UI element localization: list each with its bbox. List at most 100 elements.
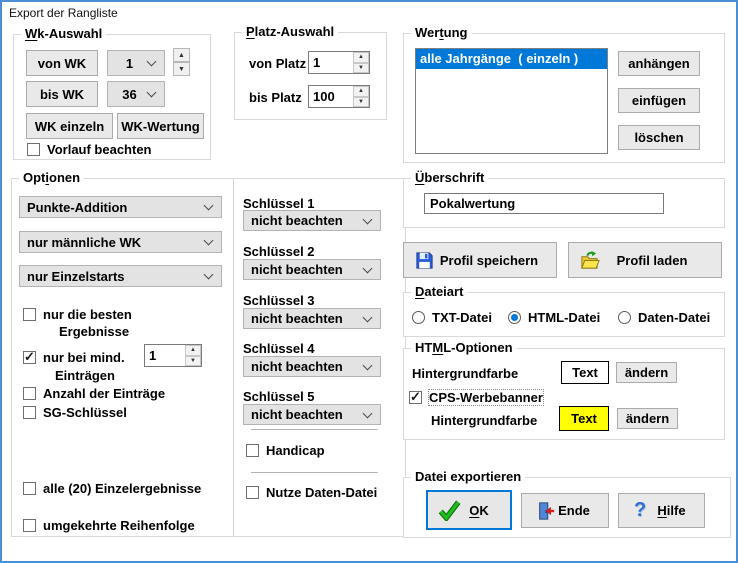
banner-hintergrundfarbe-preview-text: Text [571, 411, 597, 426]
handicap-checkbox[interactable] [246, 444, 259, 457]
schluessel-1-label: Schlüssel 1 [243, 196, 315, 211]
chevron-down-icon [363, 360, 373, 370]
profil-speichern-button[interactable]: Profil speichern [403, 242, 557, 278]
group-caption-datei-exportieren: Datei exportieren [411, 469, 525, 484]
von-platz-spinedit[interactable]: 1 ▲ ▼ [308, 51, 370, 74]
window-title: Export der Rangliste [9, 6, 118, 20]
chevron-down-icon [147, 88, 157, 98]
ok-button[interactable]: OK [426, 490, 512, 530]
von-platz-label: von Platz [249, 56, 306, 71]
chevron-down-icon [363, 408, 373, 418]
schluessel-1-combo[interactable]: nicht beachten [243, 210, 381, 231]
nur-die-besten-label: nur die besten [43, 307, 132, 322]
nutze-daten-datei-label: Nutze Daten-Datei [266, 485, 377, 500]
ueberschrift-input[interactable] [424, 193, 664, 214]
mind-eintraege-spinedit[interactable]: 1 ▲ ▼ [144, 344, 202, 367]
cps-werbebanner-label: CPS-Werbebanner [429, 390, 543, 405]
ende-button[interactable]: Ende [521, 493, 609, 528]
wk-wertung-button[interactable]: WK-Wertung [117, 113, 204, 139]
schluessel-2-label: Schlüssel 2 [243, 244, 315, 259]
umgekehrte-reihenfolge-label: umgekehrte Reihenfolge [43, 518, 195, 533]
aendern-hintergrund-button[interactable]: ändern [616, 362, 677, 383]
profil-speichern-label: Profil speichern [440, 253, 538, 268]
startart-combo[interactable]: nur Einzelstarts [19, 265, 222, 287]
mind-eintraege-value: 1 [145, 345, 185, 366]
chevron-down-icon [204, 270, 214, 280]
dialog-content: Wk-Auswahl von WK 1 ▲ ▼ bis WK 36 WK ein… [2, 24, 736, 561]
von-platz-spin-down-button[interactable]: ▼ [353, 63, 369, 74]
floppy-disk-icon [414, 250, 435, 271]
wk-einzeln-button[interactable]: WK einzeln [26, 113, 113, 139]
bis-platz-spin-up-button[interactable]: ▲ [353, 86, 369, 97]
auswertungsart-combo[interactable]: Punkte-Addition [19, 196, 222, 218]
profil-laden-label: Profil laden [617, 253, 688, 268]
nur-bei-mind-checkbox[interactable] [23, 351, 36, 364]
anzahl-eintraege-label: Anzahl der Einträge [43, 386, 165, 401]
daten-datei-radio[interactable] [618, 311, 631, 324]
anzahl-eintraege-checkbox[interactable] [23, 387, 36, 400]
schluessel-1-value: nicht beachten [251, 213, 343, 228]
von-wk-combo[interactable]: 1 [107, 50, 165, 76]
hilfe-button[interactable]: ? Hilfe [618, 493, 705, 528]
bis-wk-combo[interactable]: 36 [107, 81, 165, 107]
daten-datei-label: Daten-Datei [638, 310, 710, 325]
question-mark-icon: ? [634, 499, 646, 522]
anhaengen-button[interactable]: anhängen [618, 51, 700, 76]
bis-wk-value: 36 [122, 87, 136, 102]
schluessel-4-combo[interactable]: nicht beachten [243, 356, 381, 377]
wertung-list-item[interactable]: alle Jahrgänge ( einzeln ) [416, 49, 607, 69]
mind-eintraege-spin-down-button[interactable]: ▼ [185, 356, 201, 367]
ueberschrift-group: Überschrift [403, 178, 725, 228]
wk-spin-down-button[interactable]: ▼ [173, 62, 190, 76]
dialog-window: Export der Rangliste Wk-Auswahl von WK 1… [0, 0, 738, 563]
group-caption-ueberschrift: Überschrift [411, 170, 488, 185]
wertung-listbox[interactable]: alle Jahrgänge ( einzeln ) [415, 48, 608, 154]
schluessel-3-combo[interactable]: nicht beachten [243, 308, 381, 329]
chevron-down-icon [363, 312, 373, 322]
datei-exportieren-group: Datei exportieren OK [403, 477, 731, 538]
geschlecht-combo[interactable]: nur männliche WK [19, 231, 222, 253]
schluessel-2-combo[interactable]: nicht beachten [243, 259, 381, 280]
bis-platz-spin-down-button[interactable]: ▼ [353, 97, 369, 108]
group-caption-wk-auswahl: Wk-Auswahl [21, 26, 106, 41]
wk-updown-control: ▲ ▼ [173, 48, 190, 76]
html-datei-radio[interactable] [508, 311, 521, 324]
group-caption-platz-auswahl: Platz-Auswahl [242, 24, 338, 39]
umgekehrte-reihenfolge-checkbox[interactable] [23, 519, 36, 532]
sg-schluessel-checkbox[interactable] [23, 406, 36, 419]
optionen-group: Optionen Punkte-Addition nur männliche W… [11, 178, 406, 537]
banner-hintergrundfarbe-preview: Text [559, 406, 609, 431]
profil-laden-button[interactable]: Profil laden [568, 242, 722, 278]
handicap-label: Handicap [266, 443, 325, 458]
schluessel-5-combo[interactable]: nicht beachten [243, 404, 381, 425]
optionen-vertical-divider [233, 179, 234, 536]
von-wk-button[interactable]: von WK [26, 50, 98, 76]
mind-eintraege-spin-up-button[interactable]: ▲ [185, 345, 201, 356]
von-wk-value: 1 [126, 56, 133, 71]
nutze-daten-datei-checkbox[interactable] [246, 486, 259, 499]
aendern-banner-button[interactable]: ändern [617, 408, 678, 429]
loeschen-button[interactable]: löschen [618, 125, 700, 150]
hintergrundfarbe-label: Hintergrundfarbe [412, 366, 518, 381]
exit-door-icon [536, 501, 556, 521]
txt-datei-radio[interactable] [412, 311, 425, 324]
von-platz-spin-up-button[interactable]: ▲ [353, 52, 369, 63]
vorlauf-beachten-checkbox[interactable] [27, 143, 40, 156]
chevron-down-icon [147, 57, 157, 67]
nur-die-besten-label-line2: Ergebnisse [59, 324, 129, 339]
alle-einzelergebnisse-checkbox[interactable] [23, 482, 36, 495]
schluessel-3-label: Schlüssel 3 [243, 293, 315, 308]
schluessel-4-label: Schlüssel 4 [243, 341, 315, 356]
schluessel-3-value: nicht beachten [251, 311, 343, 326]
separator [251, 472, 378, 473]
nur-die-besten-checkbox[interactable] [23, 308, 36, 321]
bis-wk-button[interactable]: bis WK [26, 81, 98, 107]
html-datei-label: HTML-Datei [528, 310, 600, 325]
einfuegen-button[interactable]: einfügen [618, 88, 700, 113]
auswertungsart-value: Punkte-Addition [27, 200, 127, 215]
wk-spin-up-button[interactable]: ▲ [173, 48, 190, 62]
wertung-group: Wertung alle Jahrgänge ( einzeln ) anhän… [403, 33, 725, 163]
cps-werbebanner-checkbox[interactable] [409, 391, 422, 404]
bis-platz-spinedit[interactable]: 100 ▲ ▼ [308, 85, 370, 108]
sg-schluessel-label: SG-Schlüssel [43, 405, 127, 420]
